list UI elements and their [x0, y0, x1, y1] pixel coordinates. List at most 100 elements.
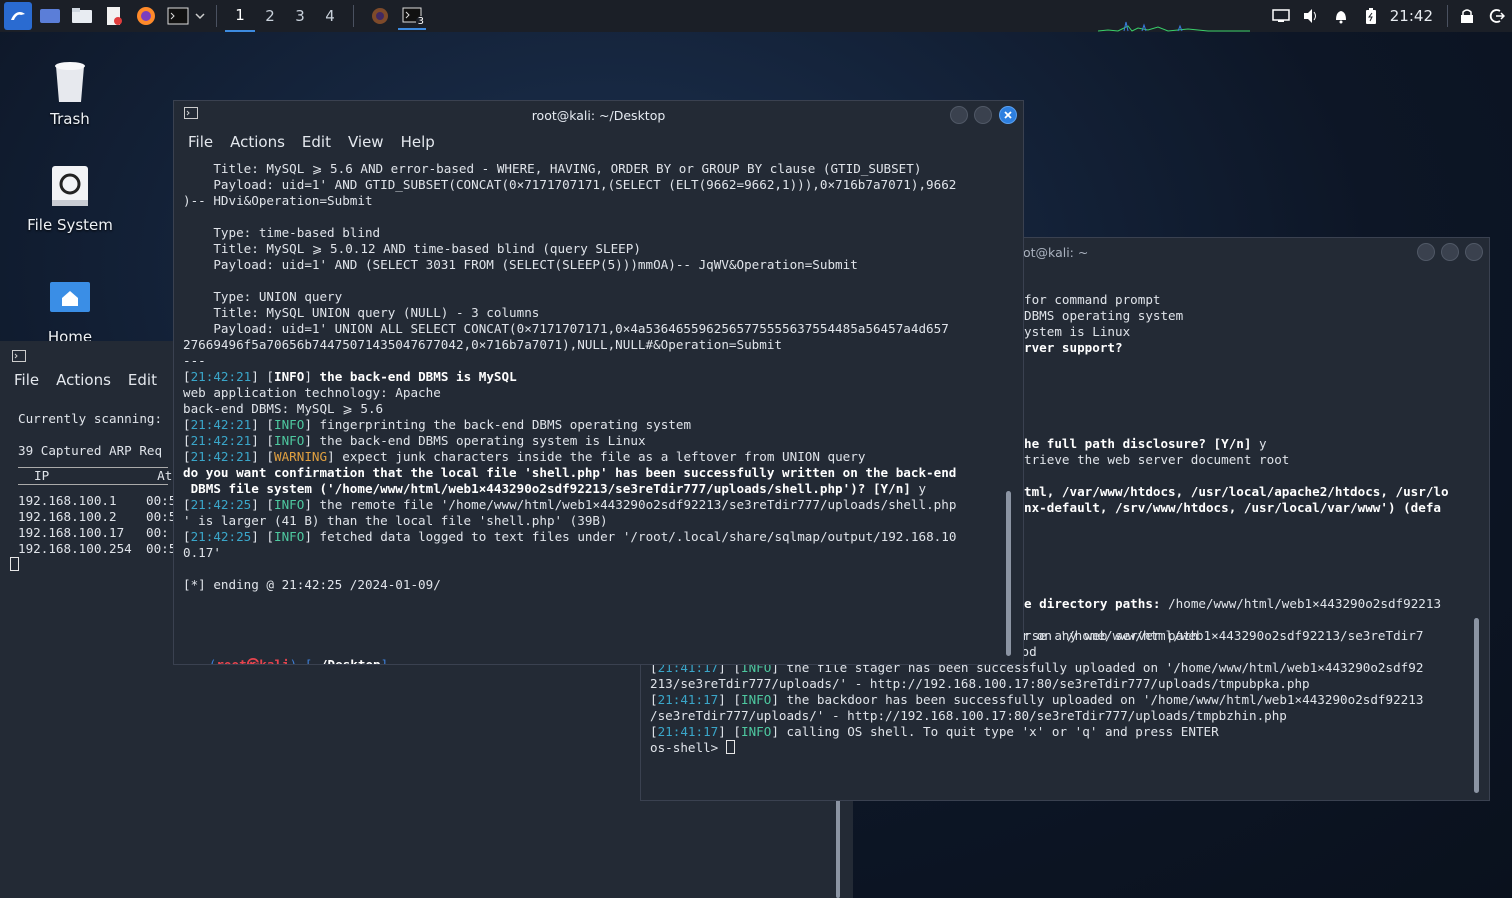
menu-help[interactable]: Help — [401, 133, 435, 151]
terminal-task-icon[interactable]: 3 — [398, 2, 426, 30]
terminal-line: Type: UNION query — [183, 289, 343, 304]
terminal-line: ' is larger (41 B) than the local file '… — [183, 513, 608, 528]
terminal-output[interactable]: Currently scanning: 39 Captured ARP Req I… — [0, 393, 173, 605]
maximize-button[interactable] — [974, 106, 992, 124]
separator — [353, 5, 354, 27]
trash-icon — [48, 58, 92, 106]
kali-menu-icon[interactable] — [4, 2, 32, 30]
terminal-line: rver support? — [1024, 340, 1123, 355]
cpu-graph — [1098, 21, 1250, 32]
terminal-window-sqlmap[interactable]: root@kali: ~/Desktop File Actions Edit V… — [173, 100, 1024, 665]
menu-file[interactable]: File — [14, 371, 39, 389]
minimize-button[interactable] — [950, 106, 968, 124]
terminal-line: [21:42:21] [WARNING] expect junk charact… — [183, 449, 866, 464]
shell-prompt-line[interactable]: os-shell> — [641, 740, 1489, 756]
window-count-badge: 3 — [415, 16, 426, 27]
terminal-window-netdiscover[interactable]: File Actions Edit View Currently scannin… — [0, 341, 173, 898]
notification-bell-icon[interactable] — [1326, 0, 1356, 32]
menu-edit[interactable]: Edit — [302, 133, 331, 151]
log-timestamp: 21:42:21 — [190, 449, 252, 464]
minimize-button[interactable] — [1417, 243, 1435, 261]
scrollbar[interactable] — [1474, 618, 1479, 793]
arp-row: 192.168.100.254 00:5 — [18, 541, 173, 556]
dropdown-icon[interactable] — [192, 2, 208, 30]
desktop-icon-file-system[interactable]: File System — [15, 164, 125, 234]
menu-actions[interactable]: Actions — [56, 371, 111, 389]
separator — [216, 5, 217, 27]
volume-icon[interactable] — [1296, 0, 1326, 32]
titlebar[interactable]: root@kali: ~/Desktop — [174, 101, 1023, 129]
terminal-line: Payload: uid=1' UNION ALL SELECT CONCAT(… — [183, 321, 949, 336]
arp-row: 192.168.100.2 00:5 — [18, 509, 173, 524]
log-timestamp: 21:42:21 — [190, 433, 252, 448]
log-level: INFO — [741, 724, 772, 739]
workspace-1[interactable]: 1 — [225, 0, 255, 32]
log-timestamp: 21:42:25 — [190, 529, 252, 544]
terminal-cursor — [10, 557, 19, 571]
close-button[interactable] — [999, 106, 1017, 124]
menu-file[interactable]: File — [188, 133, 213, 151]
clock[interactable]: 21:42 — [1390, 7, 1433, 25]
desktop-icon-label: File System — [27, 216, 113, 234]
battery-icon[interactable] — [1356, 0, 1386, 32]
firefox-icon[interactable] — [132, 2, 160, 30]
terminal-icon[interactable] — [164, 2, 192, 30]
file-manager-icon[interactable] — [68, 2, 96, 30]
terminal-line: nx-default, /srv/www/htdocs, /usr/local/… — [1024, 500, 1442, 515]
log-timestamp: 21:42:21 — [190, 417, 252, 432]
terminal-line: [21:42:21] [INFO] fingerprinting the bac… — [183, 417, 692, 432]
terminal-line: for command prompt — [1024, 292, 1161, 307]
titlebar[interactable] — [0, 341, 173, 367]
terminal-line: Title: MySQL UNION query (NULL) - 3 colu… — [183, 305, 540, 320]
terminal-line: DBMS file system ('/home/www/html/web1×4… — [183, 481, 927, 496]
lock-icon[interactable] — [1452, 0, 1482, 32]
terminal-line: tml, /var/www/htdocs, /usr/local/apache2… — [1024, 484, 1449, 499]
terminal-line: back-end DBMS: MySQL ⩾ 5.6 — [183, 401, 384, 416]
close-button[interactable] — [1465, 243, 1483, 261]
shell-prompt[interactable]: ┌──(root㉿kali)-[~/Desktop] └─# — [174, 625, 1023, 664]
show-desktop-icon[interactable] — [36, 2, 64, 30]
menu-edit[interactable]: Edit — [128, 371, 157, 389]
scrollbar[interactable] — [836, 790, 840, 898]
terminal-line: trieve the web server document root — [1024, 452, 1290, 467]
log-timestamp: 21:41:17 — [657, 692, 719, 707]
terminal-line: 0.17' — [183, 545, 221, 560]
log-level: INFO — [274, 417, 305, 432]
menu-actions[interactable]: Actions — [230, 133, 285, 151]
maximize-button[interactable] — [1441, 243, 1459, 261]
terminal-line: he full path disclosure? [Y/n] y — [1024, 436, 1267, 451]
menubar: File Actions Edit View — [0, 367, 173, 393]
terminal-line: ystem is Linux — [1024, 324, 1131, 339]
log-timestamp: 21:42:21 — [190, 369, 252, 384]
workspace-4[interactable]: 4 — [315, 0, 345, 32]
taskbar: 1 2 3 4 3 21:42 — [0, 0, 1512, 32]
network-icon[interactable] — [1266, 0, 1296, 32]
desktop-icon-home[interactable]: Home — [15, 276, 125, 346]
terminal-line: Type: time-based blind — [183, 225, 381, 240]
desktop-icon-label: Trash — [50, 110, 90, 128]
log-level: INFO — [274, 433, 305, 448]
logout-icon[interactable] — [1482, 0, 1512, 32]
menu-view[interactable]: View — [348, 133, 384, 151]
terminal-output[interactable]: Title: MySQL ⩾ 5.6 AND error-based - WHE… — [174, 155, 1023, 625]
text-editor-icon[interactable] — [100, 2, 128, 30]
scrollbar[interactable] — [1006, 491, 1011, 656]
terminal-line: DBMS operating system — [1024, 308, 1184, 323]
firefox-task-icon[interactable] — [366, 2, 394, 30]
terminal-line: [*] ending @ 21:42:25 /2024-01-09/ — [183, 577, 441, 592]
workspace-2[interactable]: 2 — [255, 0, 285, 32]
terminal-line: [21:42:21] [INFO] the back-end DBMS oper… — [183, 433, 646, 448]
workspace-3[interactable]: 3 — [285, 0, 315, 32]
terminal-cursor — [725, 740, 735, 754]
desktop-icon-trash[interactable]: Trash — [15, 58, 125, 128]
window-title: ot@kali: ~ — [1023, 244, 1089, 260]
menubar: File Actions Edit View Help — [174, 129, 1023, 155]
